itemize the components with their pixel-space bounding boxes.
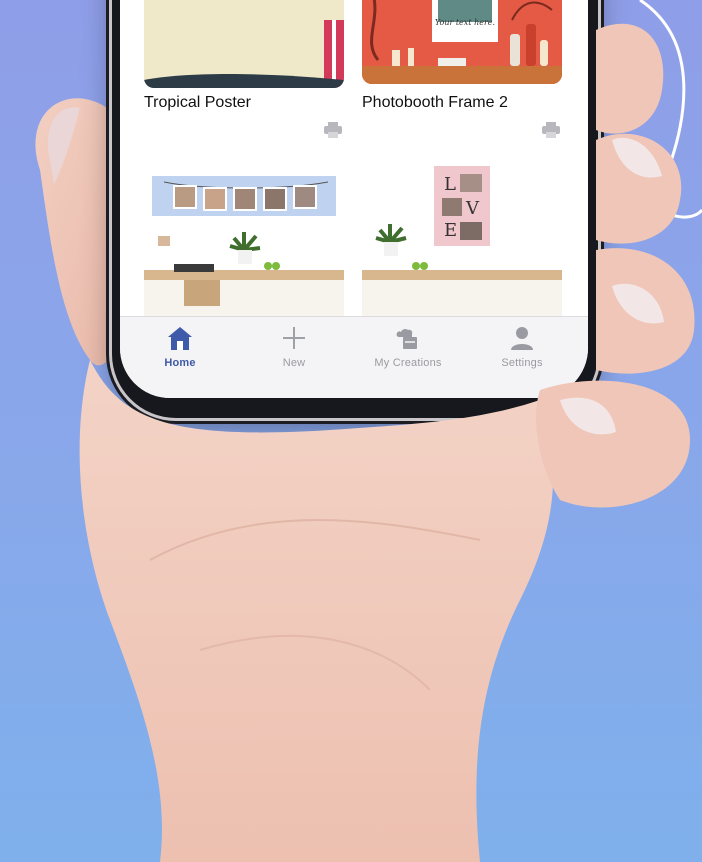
svg-text:V: V [465,198,480,219]
cloud-folder-icon [396,328,417,349]
svg-text:E: E [444,220,457,241]
printer-icon[interactable] [324,122,342,138]
love-collage-thumbnail[interactable]: L V E [362,166,562,316]
card-title: Tropical Poster [144,94,251,111]
tab-label: Settings [501,357,543,369]
tab-label: My Creations [374,357,442,369]
card-photobooth-frame-2[interactable]: Your text here. Photobooth Frame 2 [362,0,562,150]
tropical-poster-thumbnail[interactable] [144,0,344,88]
card-title: Photobooth Frame 2 [362,94,508,111]
home-icon [168,327,192,350]
printer-icon[interactable] [542,122,560,138]
app-screen: Tropical Poster Your text here. Photoboo… [120,0,588,398]
frame-caption: Your text here. [434,18,496,27]
tab-new[interactable]: New [244,323,344,379]
person-icon [511,327,533,350]
photobooth-frame-thumbnail[interactable]: Your text here. [362,0,562,84]
tab-label: New [282,357,306,369]
tab-settings[interactable]: Settings [472,323,572,379]
card-photo-garland[interactable] [144,166,344,326]
tab-label: Home [164,357,196,369]
tab-my-creations[interactable]: My Creations [358,323,458,379]
creations-grid: Tropical Poster Your text here. Photoboo… [120,0,588,320]
card-tropical-poster[interactable]: Tropical Poster [144,0,344,150]
photo-garland-thumbnail[interactable] [144,166,344,316]
plus-icon [283,327,305,349]
tab-home[interactable]: Home [130,323,230,379]
card-love-collage[interactable]: L V E [362,166,562,326]
svg-text:L: L [444,174,456,195]
bottom-tab-bar: Home New My Creations Settings [120,316,588,398]
